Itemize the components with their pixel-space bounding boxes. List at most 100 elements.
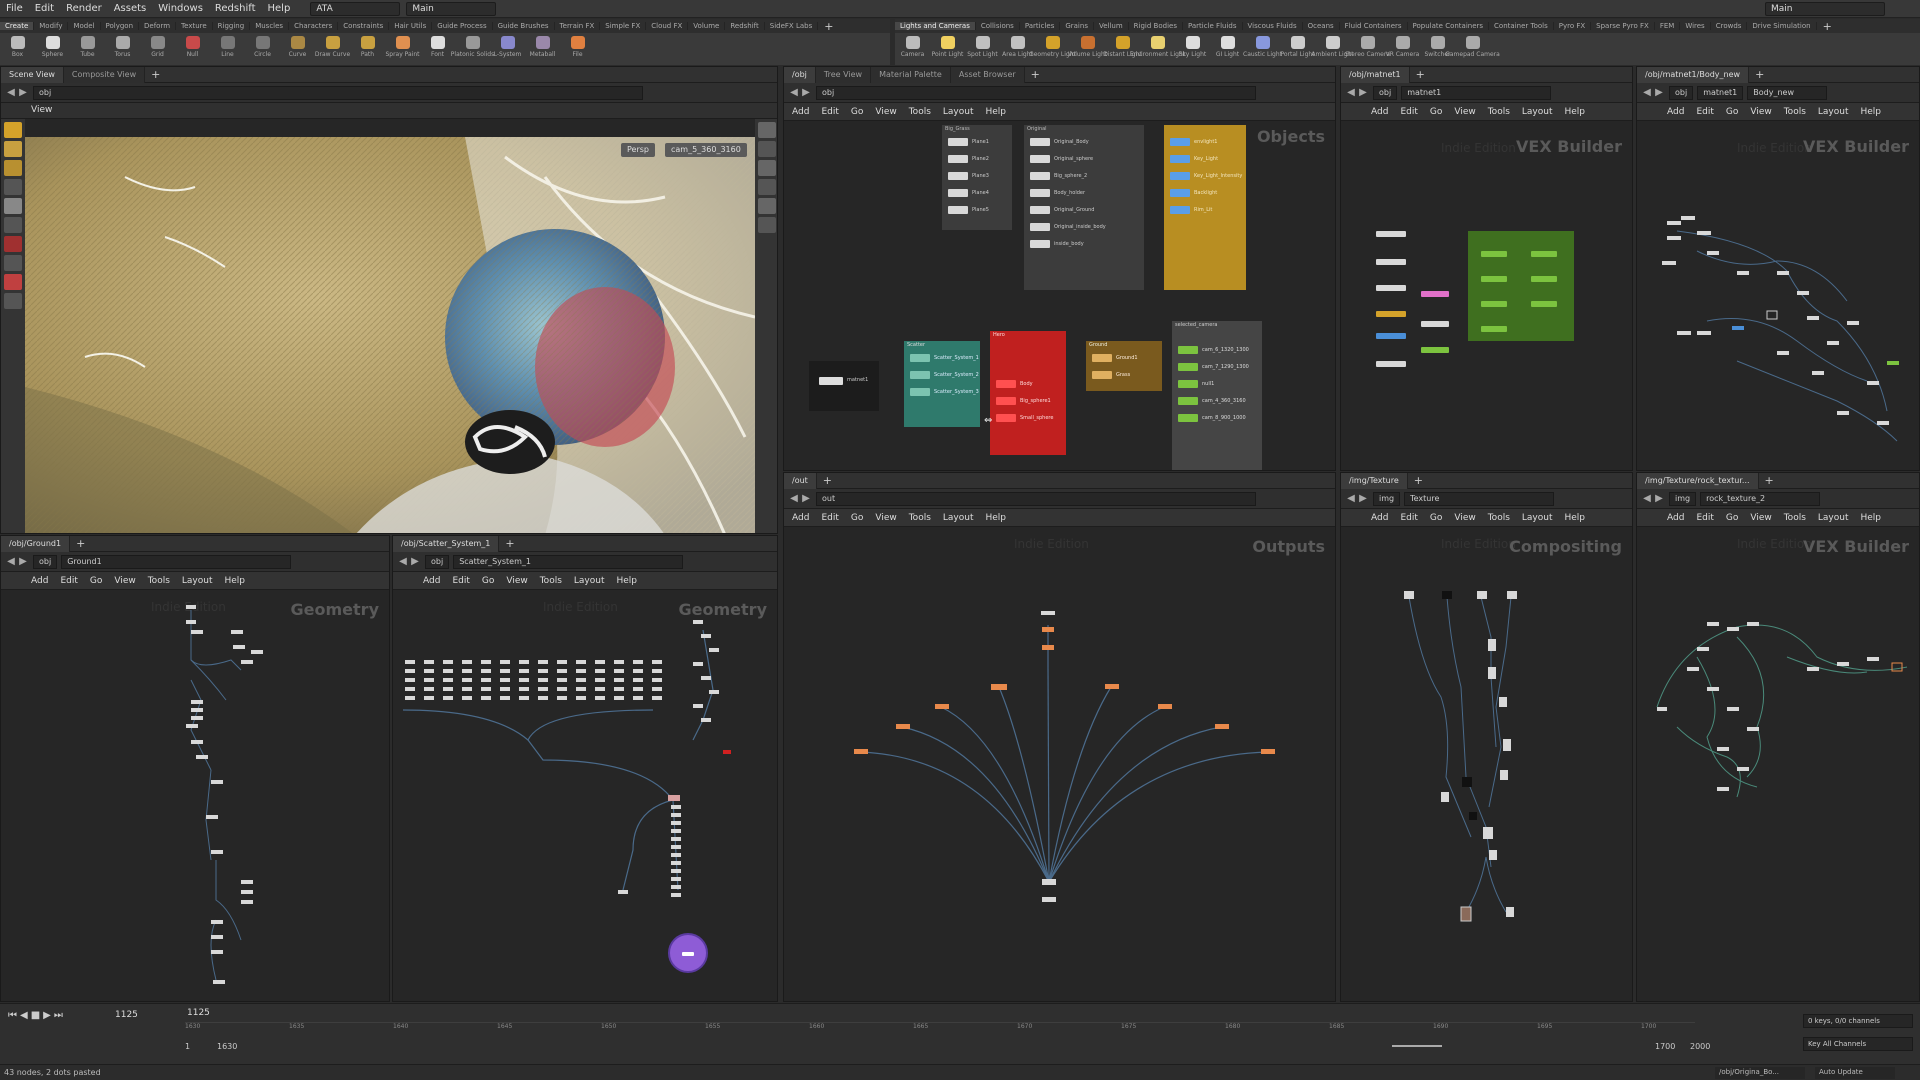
netbox-lights[interactable]: envlight1 Key_Light Key_Light_Intensity Bac… — [1164, 125, 1246, 290]
auto-update-dropdown[interactable]: Auto Update — [1815, 1066, 1895, 1079]
menu-go[interactable]: Go — [1430, 513, 1442, 523]
sop-node[interactable] — [538, 696, 548, 700]
menu-go[interactable]: Go — [1726, 513, 1738, 523]
status-path[interactable]: /obj/Origina_Bo... — [1715, 1066, 1805, 1079]
add-shelf-icon[interactable]: + — [818, 20, 839, 33]
camera-menu[interactable]: cam_5_360_3160 — [665, 143, 747, 157]
shelf-tab[interactable]: Terrain FX — [555, 22, 601, 30]
add-tab-icon[interactable]: + — [1749, 68, 1770, 81]
shelf-tab[interactable]: FEM — [1655, 22, 1681, 30]
rotate-tool-icon[interactable] — [4, 160, 22, 176]
sop-node[interactable] — [701, 676, 711, 680]
network-node[interactable]: cam_4_360_3160 — [1172, 392, 1262, 409]
sop-node[interactable] — [595, 660, 605, 664]
end-field-1[interactable]: 1700 — [1655, 1042, 1675, 1051]
menu-edit[interactable]: Edit — [452, 576, 469, 586]
sop-node[interactable] — [633, 669, 643, 673]
back-arrow-icon[interactable]: ◀ — [1345, 493, 1357, 504]
display-options-icon[interactable] — [758, 122, 776, 138]
stop-icon[interactable]: ■ — [31, 1010, 40, 1021]
sop-node[interactable] — [405, 678, 415, 682]
menu-add[interactable]: Add — [423, 576, 440, 586]
ground-network[interactable]: Indie Edition Geometry — [1, 590, 389, 1001]
network-node[interactable]: Original_sphere — [1024, 150, 1144, 167]
menu-add[interactable]: Add — [792, 513, 809, 523]
sop-node[interactable] — [693, 662, 703, 666]
menu-edit[interactable]: Edit — [1400, 107, 1417, 117]
sop-node[interactable] — [538, 660, 548, 664]
tab-composite-view[interactable]: Composite View — [63, 67, 146, 83]
menu-go[interactable]: Go — [851, 513, 863, 523]
menu-go[interactable]: Go — [851, 107, 863, 117]
menu-go[interactable]: Go — [1430, 107, 1442, 117]
menu-add[interactable]: Add — [1667, 513, 1684, 523]
select-tool-icon[interactable] — [4, 122, 22, 138]
sop-node[interactable] — [405, 660, 415, 664]
menu-add[interactable]: Add — [31, 576, 48, 586]
network-node[interactable]: Plane3 — [942, 167, 1012, 184]
sop-node[interactable] — [633, 696, 643, 700]
rock-path-texture[interactable]: rock_texture_2 — [1700, 491, 1821, 506]
shelf-tab[interactable]: Constraints — [338, 22, 390, 30]
shelf-tab[interactable]: Particle Fluids — [1183, 22, 1243, 30]
sop-node[interactable] — [693, 704, 703, 708]
shelf-tab[interactable]: Polygon — [101, 22, 140, 30]
netbox-ground[interactable]: Ground Ground1 Grass — [1086, 341, 1162, 391]
forward-arrow-icon[interactable]: ▶ — [1653, 87, 1665, 98]
vex1-path-obj[interactable]: obj — [1373, 85, 1398, 100]
sop-node[interactable] — [405, 669, 415, 673]
network-node[interactable]: Scatter_System_2 — [904, 366, 980, 383]
shelf-tab[interactable]: Redshift — [725, 22, 765, 30]
vex1-network[interactable]: Indie Edition VEX Builder — [1341, 121, 1632, 470]
sop-node[interactable] — [671, 845, 681, 849]
shelf-tool-button[interactable]: Null — [175, 33, 210, 58]
menu-view[interactable]: View — [506, 576, 527, 586]
network-node[interactable]: Backlight — [1164, 184, 1246, 201]
sop-node[interactable] — [671, 813, 681, 817]
end-field-2[interactable]: 2000 — [1690, 1042, 1710, 1051]
sop-node[interactable] — [462, 678, 472, 682]
sop-node[interactable] — [462, 687, 472, 691]
sop-node[interactable] — [633, 687, 643, 691]
menu-add[interactable]: Add — [1371, 107, 1388, 117]
network-node[interactable]: Plane2 — [942, 150, 1012, 167]
network-node[interactable]: Body — [990, 375, 1066, 392]
menu-edit[interactable]: Edit — [29, 3, 60, 14]
menu-view[interactable]: View — [875, 107, 896, 117]
shelf-tab[interactable]: Wires — [1680, 22, 1711, 30]
pose-tool-icon[interactable] — [4, 217, 22, 233]
sop-node[interactable] — [671, 837, 681, 841]
scatter-path-obj[interactable]: obj — [425, 554, 450, 569]
sop-node[interactable] — [652, 696, 662, 700]
network-node[interactable]: Scatter_System_1 — [904, 349, 980, 366]
shelf-tool-button[interactable]: Sphere — [35, 33, 70, 58]
shelf-tool-button[interactable]: Portal Light — [1280, 33, 1315, 58]
sop-node[interactable] — [500, 678, 510, 682]
forward-arrow-icon[interactable]: ▶ — [17, 556, 29, 567]
sop-node[interactable] — [424, 696, 434, 700]
skip-start-icon[interactable]: ⏮ — [8, 1010, 17, 1021]
network-node[interactable]: Body_holder — [1024, 184, 1144, 201]
sop-node[interactable] — [671, 869, 681, 873]
tab-scene-view[interactable]: Scene View — [1, 67, 64, 83]
menu-edit[interactable]: Edit — [1400, 513, 1417, 523]
shelf-tab[interactable]: Model — [68, 22, 101, 30]
sop-node[interactable] — [443, 669, 453, 673]
sop-node[interactable] — [557, 687, 567, 691]
network-node[interactable]: Original_inside_body — [1024, 218, 1144, 235]
shelf-tab[interactable]: Muscles — [250, 22, 290, 30]
sop-node[interactable] — [538, 669, 548, 673]
sop-node[interactable] — [595, 696, 605, 700]
vex2-path-body[interactable]: Body_new — [1747, 85, 1828, 100]
sop-node[interactable] — [614, 687, 624, 691]
menu-go[interactable]: Go — [90, 576, 102, 586]
scale-tool-icon[interactable] — [4, 179, 22, 195]
network-node[interactable]: Plane5 — [942, 201, 1012, 218]
menu-tools[interactable]: Tools — [1784, 107, 1806, 117]
shelf-tab[interactable]: Deform — [139, 22, 177, 30]
menu-tools[interactable]: Tools — [1488, 107, 1510, 117]
out-path-field[interactable]: out — [816, 491, 1256, 506]
shelf-tool-button[interactable]: Spot Light — [965, 33, 1000, 58]
ground-path-node[interactable]: Ground1 — [61, 554, 292, 569]
shelf-tool-button[interactable]: Environment Light — [1130, 33, 1185, 58]
